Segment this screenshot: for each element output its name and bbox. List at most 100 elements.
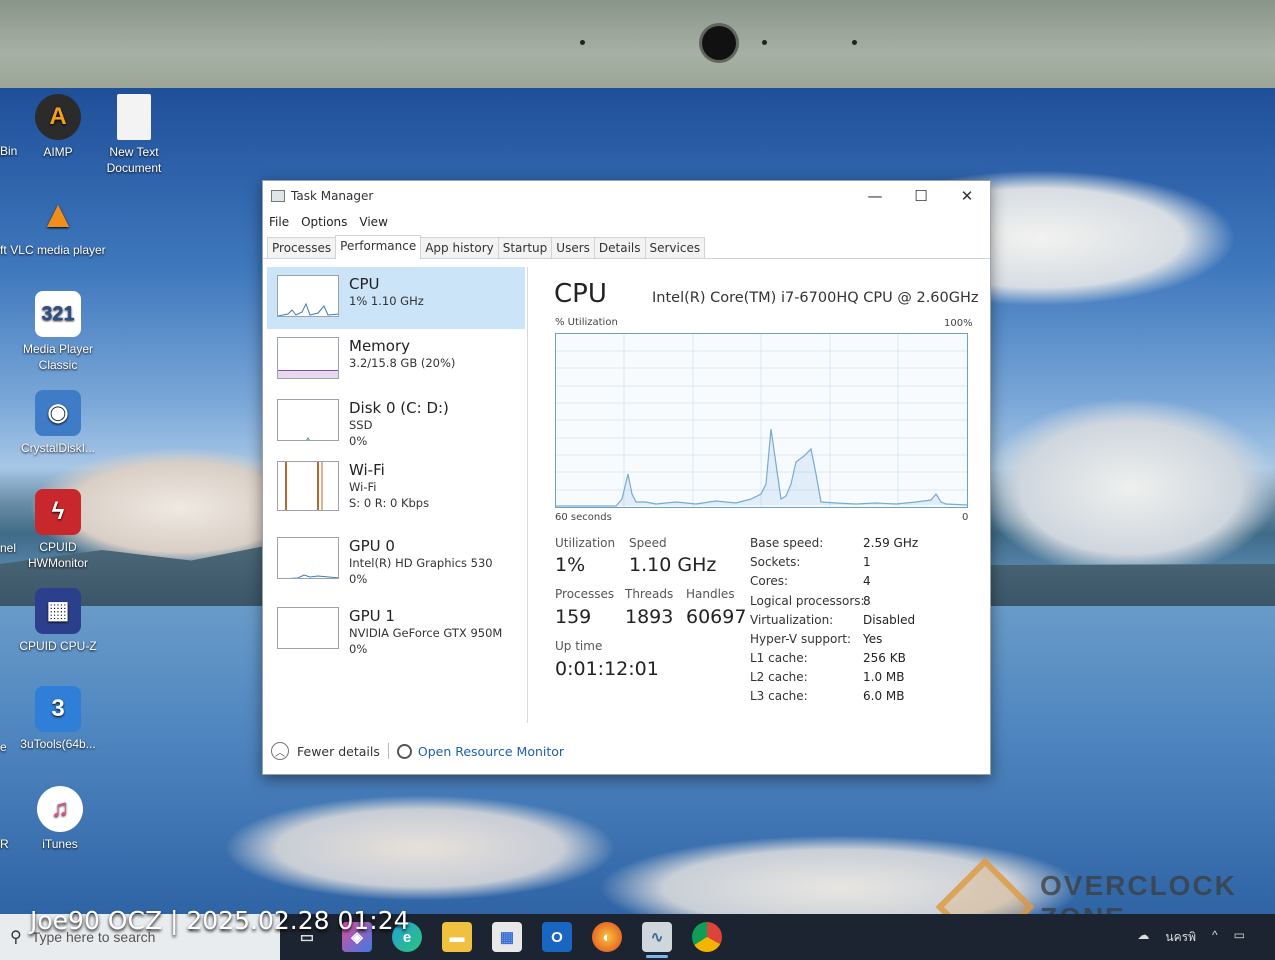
cpu-utilization-graph <box>555 333 968 508</box>
partial-icon-label[interactable]: e <box>0 740 7 754</box>
footer-separator <box>387 743 389 759</box>
handles-value: 60697 <box>686 606 747 628</box>
partial-icon-label[interactable]: ft <box>0 243 7 257</box>
cpu-thumbnail-graph <box>277 275 339 317</box>
fewer-details-button[interactable]: ︿ Fewer details <box>271 742 380 760</box>
spec-value: Disabled <box>863 613 916 627</box>
menu-file[interactable]: File <box>269 215 289 229</box>
cpuz-icon: ▦ <box>35 588 81 634</box>
spec-label: L2 cache: <box>750 670 808 684</box>
resource-detail: Wi-Fi <box>349 480 377 494</box>
sensor-dot <box>580 40 585 45</box>
desktop-icon-label: VLC media player <box>10 243 106 257</box>
desktop-icon-crystaldisk[interactable]: ◉ CrystalDiskI... <box>10 390 106 456</box>
window-title: Task Manager <box>291 189 374 203</box>
threads-label: Threads <box>625 587 674 601</box>
tab-processes[interactable]: Processes <box>267 237 337 258</box>
3utools-icon: 3 <box>35 686 81 732</box>
desktop-icon-3utools[interactable]: 3 3uTools(64b... <box>10 686 106 752</box>
desktop-icon-new-text-document[interactable]: New Text Document <box>86 94 182 176</box>
tab-startup[interactable]: Startup <box>497 237 553 258</box>
media-player-classic-icon: 321 <box>35 291 81 337</box>
outlook-icon[interactable]: O <box>542 922 572 952</box>
chrome-icon[interactable] <box>692 922 722 952</box>
spec-value: 4 <box>863 574 871 588</box>
resource-memory[interactable]: Memory 3.2/15.8 GB (20%) <box>267 329 525 391</box>
photo-caption: Joe90 OCZ | 2025.02.28 01:24 <box>30 906 410 935</box>
spec-value: 256 KB <box>863 651 906 665</box>
firefox-icon[interactable]: ◐ <box>592 922 622 952</box>
panel-title: CPU <box>554 279 607 309</box>
spec-label: Logical processors: <box>750 594 865 608</box>
tab-details[interactable]: Details <box>593 237 646 258</box>
resource-name: GPU 0 <box>349 537 395 555</box>
panel-divider[interactable] <box>527 267 528 723</box>
utilization-axis-label: % Utilization <box>555 317 618 328</box>
resource-disk[interactable]: Disk 0 (C: D:) SSD 0% <box>267 391 525 453</box>
resource-name: GPU 1 <box>349 607 395 625</box>
resource-gpu0[interactable]: GPU 0 Intel(R) HD Graphics 530 0% <box>267 529 525 591</box>
resource-name: Disk 0 (C: D:) <box>349 399 449 417</box>
spec-value: 6.0 MB <box>863 689 905 703</box>
desktop-icon-label: CrystalDiskI... <box>20 441 95 455</box>
task-manager-window: Task Manager — ☐ ✕ File Options View Pro… <box>262 180 991 775</box>
gpu1-thumbnail-graph <box>277 607 339 649</box>
resource-wifi[interactable]: Wi-Fi Wi-Fi S: 0 R: 0 Kbps <box>267 453 525 523</box>
desktop-icon-media-player-classic[interactable]: 321 Media Player Classic <box>10 291 106 373</box>
close-button[interactable]: ✕ <box>944 181 990 211</box>
resource-detail: 0% <box>349 434 368 448</box>
open-resource-monitor-link[interactable]: Open Resource Monitor <box>396 743 565 759</box>
cpu-model-name: Intel(R) Core(TM) i7-6700HQ CPU @ 2.60GH… <box>652 290 979 306</box>
desktop-icon-label: 3uTools(64b... <box>20 737 96 751</box>
desktop-icon-itunes[interactable]: ♫ iTunes <box>12 786 108 852</box>
text-document-icon <box>117 94 151 140</box>
speed-label: Speed <box>629 536 667 550</box>
uptime-label: Up time <box>555 639 603 653</box>
resource-cpu[interactable]: CPU 1% 1.10 GHz <box>267 267 525 329</box>
tab-app-history[interactable]: App history <box>420 237 499 258</box>
spec-label: L3 cache: <box>750 689 808 703</box>
desktop-icon-label: CPUID CPU-Z <box>19 639 97 653</box>
utilization-label: Utilization <box>555 536 616 550</box>
open-resource-monitor-label: Open Resource Monitor <box>417 743 565 759</box>
tab-users[interactable]: Users <box>551 237 595 258</box>
title-bar[interactable]: Task Manager — ☐ ✕ <box>263 181 990 211</box>
partial-icon-label[interactable]: R <box>0 837 9 851</box>
tab-performance[interactable]: Performance <box>335 235 422 259</box>
resource-gpu1[interactable]: GPU 1 NVIDIA GeForce GTX 950M 0% <box>267 599 525 661</box>
speed-value: 1.10 GHz <box>629 554 717 576</box>
chevron-up-icon: ︿ <box>271 742 289 760</box>
minimize-button[interactable]: — <box>852 181 898 211</box>
menu-view[interactable]: View <box>359 215 387 229</box>
utilization-value: 1% <box>555 554 586 576</box>
spec-value: 1.0 MB <box>863 670 905 684</box>
vlc-icon: ▲ <box>39 194 77 236</box>
task-manager-icon <box>271 190 285 202</box>
desktop-icon-hwmonitor[interactable]: ϟ CPUID HWMonitor <box>10 489 106 571</box>
desktop-icon-label: New Text Document <box>106 145 162 175</box>
menu-options[interactable]: Options <box>301 215 347 229</box>
file-explorer-icon[interactable]: ▬ <box>442 922 472 952</box>
network-icon: ▭ <box>1233 928 1245 942</box>
spec-label: Virtualization: <box>750 613 834 627</box>
tab-services[interactable]: Services <box>644 237 706 258</box>
spec-label: Base speed: <box>750 536 824 550</box>
processes-value: 159 <box>555 606 592 628</box>
chevron-up-icon: ^ <box>1212 928 1218 942</box>
task-manager-icon[interactable]: ∿ <box>642 922 672 952</box>
desktop-icon-label: Media Player Classic <box>22 342 94 372</box>
processes-label: Processes <box>555 587 615 601</box>
desktop-icon-cpuz[interactable]: ▦ CPUID CPU-Z <box>10 588 106 654</box>
cpu-graph-svg <box>556 334 968 507</box>
maximize-button[interactable]: ☐ <box>898 181 944 211</box>
crystaldisk-icon: ◉ <box>35 390 81 436</box>
resource-detail: 1% 1.10 GHz <box>349 294 424 308</box>
resource-detail: 0% <box>349 642 368 656</box>
store-icon[interactable]: ▦ <box>492 922 522 952</box>
webcam-icon <box>702 26 736 60</box>
system-tray[interactable]: ☁ นครพิ ^ ▭ <box>1137 928 1245 947</box>
spec-value: Yes <box>863 632 883 646</box>
resource-list: CPU 1% 1.10 GHz Memory 3.2/15.8 GB (20%)… <box>267 267 525 727</box>
itunes-icon: ♫ <box>37 786 83 832</box>
desktop-icon-vlc[interactable]: ▲ VLC media player <box>10 192 106 258</box>
